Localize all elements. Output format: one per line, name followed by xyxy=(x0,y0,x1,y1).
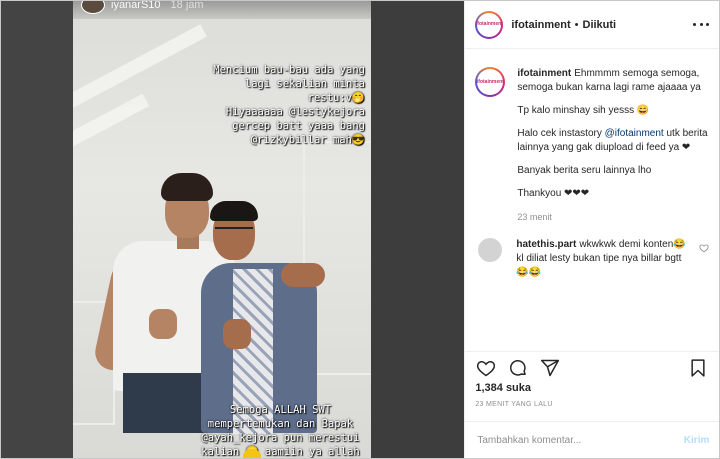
follow-status-button[interactable]: Diikuti xyxy=(583,19,617,31)
person-left-hair xyxy=(161,173,213,201)
post-header: ifotainment ifotainment • Diikuti xyxy=(465,1,719,49)
caption-line: Banyak berita seru lainnya lho xyxy=(517,165,652,176)
avatar[interactable]: ifotainment xyxy=(475,10,504,39)
more-options-icon[interactable] xyxy=(693,23,709,26)
ceiling-light xyxy=(73,93,150,163)
post-timestamp[interactable]: 23 MENIT YANG LALU xyxy=(475,401,552,408)
story-user: iyanarS10 18 jam xyxy=(81,1,204,14)
caption-comment: ifotainment ifotainment Ehmmmm semoga sem… xyxy=(465,59,719,224)
avatar-logo: ifotainment xyxy=(477,69,504,95)
comments-list[interactable]: ifotainment ifotainment Ehmmmm semoga sem… xyxy=(465,59,719,343)
story-time: 18 jam xyxy=(170,1,204,11)
comment-icon[interactable] xyxy=(507,357,529,379)
avatar[interactable] xyxy=(478,238,503,262)
post-media[interactable]: iyanarS10 18 jam Mencium bau-bau ada yan… xyxy=(1,1,465,458)
share-icon[interactable] xyxy=(539,357,561,379)
like-comment-heart-icon[interactable] xyxy=(699,240,709,280)
emoji-sticker xyxy=(243,449,261,458)
caption-text: Halo cek instastory xyxy=(517,128,605,139)
add-comment-bar: Kirim xyxy=(465,421,720,458)
person-right-hair xyxy=(210,201,258,221)
comment-input[interactable] xyxy=(475,433,684,447)
comment-item: hatethis.part wkwkwk demi konten😂 kl dili… xyxy=(465,224,719,280)
heart-icon[interactable] xyxy=(475,357,497,379)
caption-username[interactable]: ifotainment xyxy=(517,68,571,79)
story-caption-bottom: Semoga ALLAH SWT mempertemukan dan Bapak… xyxy=(201,404,360,458)
header-username[interactable]: ifotainment xyxy=(511,19,570,31)
caption-body: ifotainment Ehmmmm semoga semoga, semoga … xyxy=(517,67,709,224)
caption-timestamp[interactable]: 23 menit xyxy=(517,210,709,224)
separator-dot: • xyxy=(574,18,579,31)
action-bar xyxy=(465,351,720,379)
caption-line: Tp kalo minshay sih yesss 😄 xyxy=(517,105,650,116)
caption-line: Halo cek instastory @ifotainment utk ber… xyxy=(517,127,709,155)
thumbs-up-hand xyxy=(223,319,251,349)
story-avatar xyxy=(81,1,105,14)
thumbs-up-hand xyxy=(149,309,177,339)
avatar-logo: ifotainment xyxy=(476,12,503,37)
likes-count[interactable]: 1,384 suka xyxy=(475,382,531,394)
story-caption-top: Mencium bau-bau ada yang lagi sekalian m… xyxy=(213,64,365,146)
mention-link[interactable]: @ifotainment xyxy=(605,128,664,139)
comment-body: hatethis.part wkwkwk demi konten😂 kl dili… xyxy=(516,238,693,280)
media-background-right xyxy=(370,1,465,458)
avatar[interactable]: ifotainment xyxy=(475,67,506,97)
person-right-arm xyxy=(281,263,325,287)
caption-line: Thankyou ❤❤❤ xyxy=(517,188,590,199)
post-viewer: iyanarS10 18 jam Mencium bau-bau ada yan… xyxy=(0,0,720,459)
caption-line: ifotainment Ehmmmm semoga semoga, semoga … xyxy=(517,67,709,95)
post-comment-button[interactable]: Kirim xyxy=(684,435,710,446)
comment-username[interactable]: hatethis.part xyxy=(516,239,576,250)
story-username: iyanarS10 xyxy=(111,1,161,11)
media-background-left xyxy=(1,1,73,458)
story-screenshot: iyanarS10 18 jam Mencium bau-bau ada yan… xyxy=(73,1,371,458)
post-sidebar: ifotainment ifotainment • Diikuti ifotai… xyxy=(464,1,720,458)
bookmark-icon[interactable] xyxy=(687,357,709,379)
glasses xyxy=(215,227,253,237)
